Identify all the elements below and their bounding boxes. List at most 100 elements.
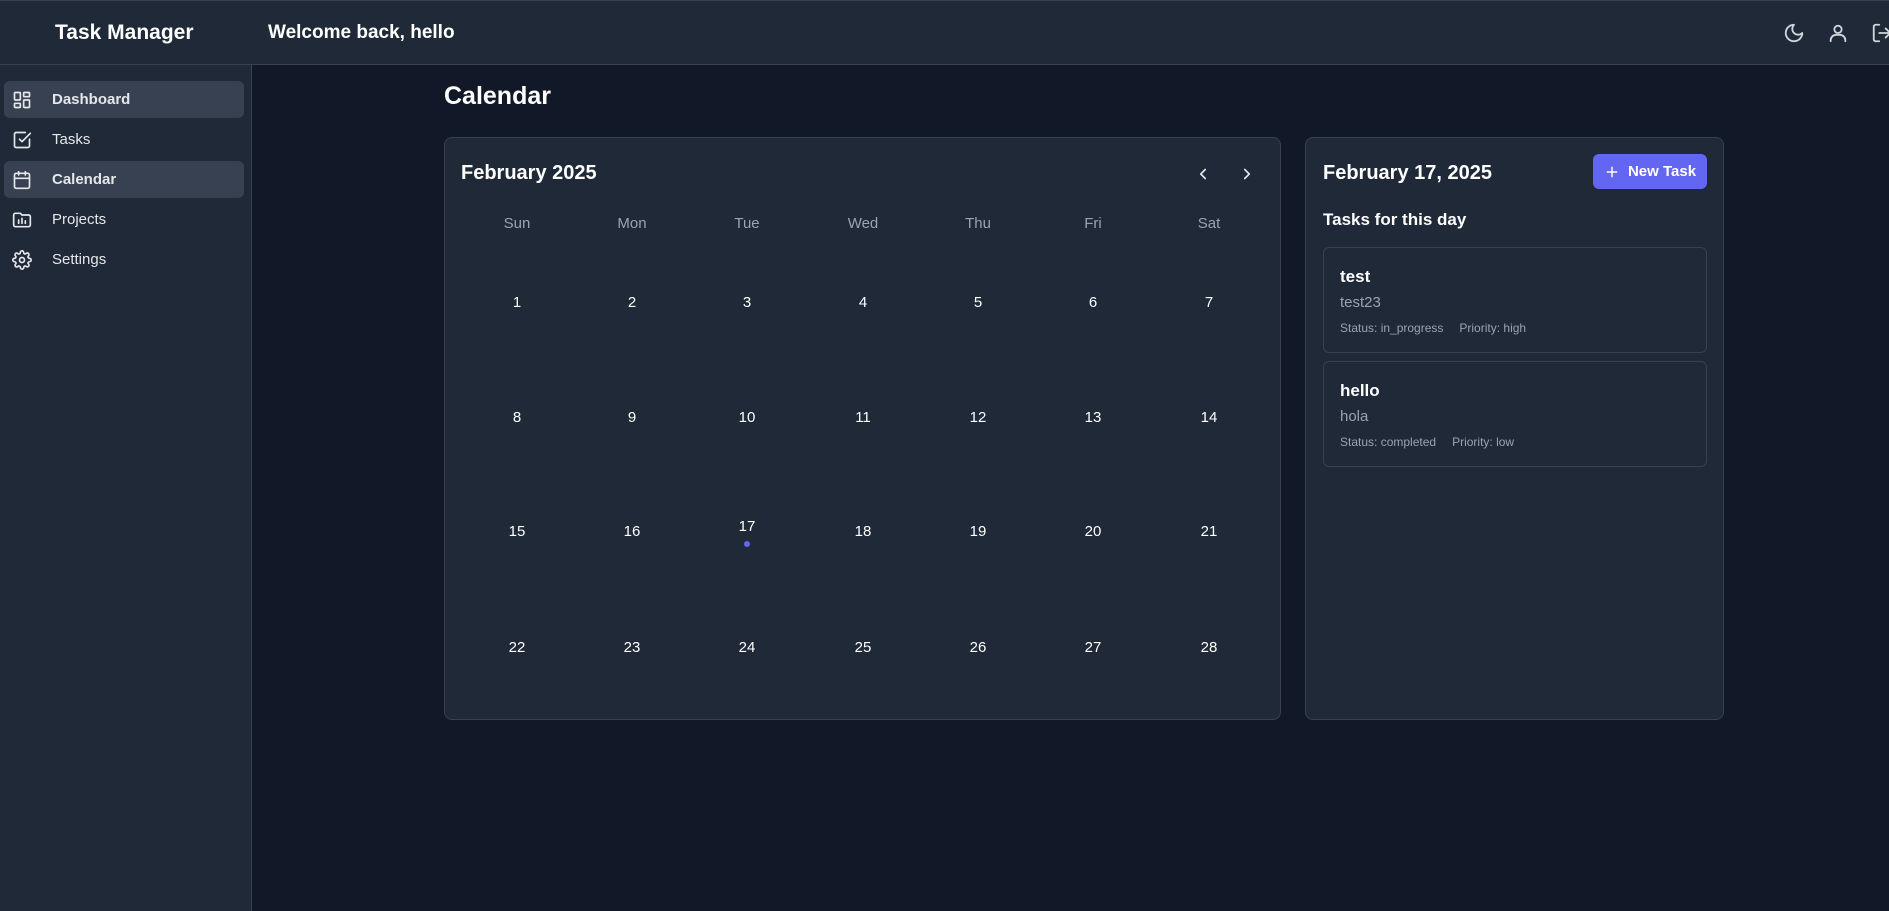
day-number: 25	[854, 639, 872, 656]
task-status: Status: in_progress	[1340, 321, 1444, 335]
chevron-left-icon	[1199, 168, 1207, 180]
moon-icon[interactable]	[1783, 22, 1805, 44]
day-number: 23	[623, 639, 641, 656]
calendar-day[interactable]: 10	[707, 388, 787, 448]
page-title: Calendar	[444, 82, 551, 110]
day-number: 2	[627, 294, 637, 311]
weekday-header-row: Sun Mon Tue Wed Thu Fri Sat	[445, 215, 1282, 235]
calendar-panel: February 2025 Sun Mon Tue Wed Thu Fri Sat 1234…	[444, 137, 1281, 720]
calendar-day[interactable]: 5	[938, 273, 1018, 333]
calendar-day[interactable]: 25	[823, 618, 903, 678]
sidebar: Dashboard Tasks Calendar Projects Settin…	[0, 65, 252, 911]
weekday-label: Mon	[617, 215, 647, 232]
day-number: 28	[1200, 639, 1218, 656]
next-month-button[interactable]	[1235, 162, 1259, 186]
calendar-day[interactable]: 1	[477, 273, 557, 333]
day-number: 5	[973, 294, 983, 311]
calendar-day[interactable]: 13	[1053, 388, 1133, 448]
day-tasks-panel: February 17, 2025 New Task Tasks for thi…	[1305, 137, 1724, 720]
weekday-label: Wed	[847, 215, 879, 232]
calendar-day[interactable]: 26	[938, 618, 1018, 678]
calendar-day[interactable]: 28	[1169, 618, 1249, 678]
check-square-icon	[12, 130, 32, 150]
sidebar-item-tasks[interactable]: Tasks	[4, 121, 244, 158]
calendar-day[interactable]: 24	[707, 618, 787, 678]
day-number: 16	[623, 523, 641, 540]
day-number: 27	[1084, 639, 1102, 656]
top-header: Task Manager Welcome back, hello	[0, 0, 1889, 65]
logout-icon[interactable]	[1871, 22, 1889, 44]
task-priority: Priority: low	[1452, 435, 1515, 449]
calendar-day[interactable]: 17	[707, 502, 787, 562]
sidebar-item-label: Settings	[52, 251, 107, 268]
day-number: 21	[1200, 523, 1218, 540]
calendar-day[interactable]: 18	[823, 502, 903, 562]
day-number: 19	[969, 523, 987, 540]
user-icon[interactable]	[1827, 22, 1849, 44]
welcome-message: Welcome back, hello	[268, 22, 455, 43]
weekday-label: Fri	[1084, 215, 1102, 232]
calendar-day[interactable]: 14	[1169, 388, 1249, 448]
day-number: 3	[742, 294, 752, 311]
sidebar-item-label: Tasks	[52, 131, 91, 148]
calendar-day[interactable]: 23	[592, 618, 672, 678]
day-number: 8	[512, 409, 522, 426]
day-number: 20	[1084, 523, 1102, 540]
day-number: 1	[512, 294, 522, 311]
day-number: 11	[855, 409, 871, 426]
calendar-day[interactable]: 20	[1053, 502, 1133, 562]
calendar-day[interactable]: 22	[477, 618, 557, 678]
calendar-day[interactable]: 4	[823, 273, 903, 333]
folder-chart-icon	[12, 210, 32, 230]
task-description: test23	[1340, 294, 1381, 311]
sidebar-item-label: Dashboard	[52, 91, 131, 108]
task-card[interactable]: test test23 Status: in_progress Priority…	[1323, 247, 1707, 353]
task-title: hello	[1340, 381, 1380, 400]
calendar-icon	[12, 170, 32, 190]
task-description: hola	[1340, 408, 1369, 425]
weekday-label: Thu	[965, 215, 991, 232]
previous-month-button[interactable]	[1191, 162, 1215, 186]
weekday-label: Sat	[1197, 215, 1221, 232]
gear-icon	[12, 249, 32, 270]
calendar-day[interactable]: 8	[477, 388, 557, 448]
day-number: 15	[508, 523, 526, 540]
task-priority: Priority: high	[1459, 321, 1527, 335]
calendar-day[interactable]: 6	[1053, 273, 1133, 333]
day-number: 4	[858, 294, 868, 311]
task-card[interactable]: hello hola Status: completed Priority: l…	[1323, 361, 1707, 467]
day-number: 24	[738, 639, 756, 656]
weekday-label: Tue	[734, 215, 760, 232]
calendar-day[interactable]: 9	[592, 388, 672, 448]
calendar-day[interactable]: 15	[477, 502, 557, 562]
new-task-label: New Task	[1627, 163, 1697, 180]
new-task-button[interactable]: New Task	[1593, 154, 1707, 189]
chevron-right-icon	[1243, 168, 1251, 180]
calendar-day[interactable]: 27	[1053, 618, 1133, 678]
calendar-day[interactable]: 2	[592, 273, 672, 333]
day-number: 10	[738, 409, 756, 426]
calendar-day[interactable]: 3	[707, 273, 787, 333]
calendar-day[interactable]: 21	[1169, 502, 1249, 562]
calendar-day[interactable]: 7	[1169, 273, 1249, 333]
task-meta: Status: in_progress Priority: high	[1340, 321, 1526, 335]
calendar-day[interactable]: 19	[938, 502, 1018, 562]
sidebar-item-settings[interactable]: Settings	[4, 241, 244, 278]
day-number: 13	[1084, 409, 1102, 426]
calendar-day[interactable]: 16	[592, 502, 672, 562]
sidebar-item-calendar[interactable]: Calendar	[4, 161, 244, 198]
calendar-day[interactable]: 12	[938, 388, 1018, 448]
dashboard-icon	[12, 90, 32, 110]
calendar-day[interactable]: 11	[823, 388, 903, 448]
day-number: 9	[627, 409, 637, 426]
day-number: 7	[1204, 294, 1214, 311]
day-number: 18	[854, 523, 872, 540]
selected-date-label: February 17, 2025	[1323, 162, 1492, 184]
sidebar-item-dashboard[interactable]: Dashboard	[4, 81, 244, 118]
sidebar-item-projects[interactable]: Projects	[4, 201, 244, 238]
sidebar-item-label: Projects	[52, 211, 107, 228]
day-number: 14	[1200, 409, 1218, 426]
weekday-label: Sun	[503, 215, 531, 232]
day-number: 6	[1088, 294, 1098, 311]
day-number: 22	[508, 639, 526, 656]
